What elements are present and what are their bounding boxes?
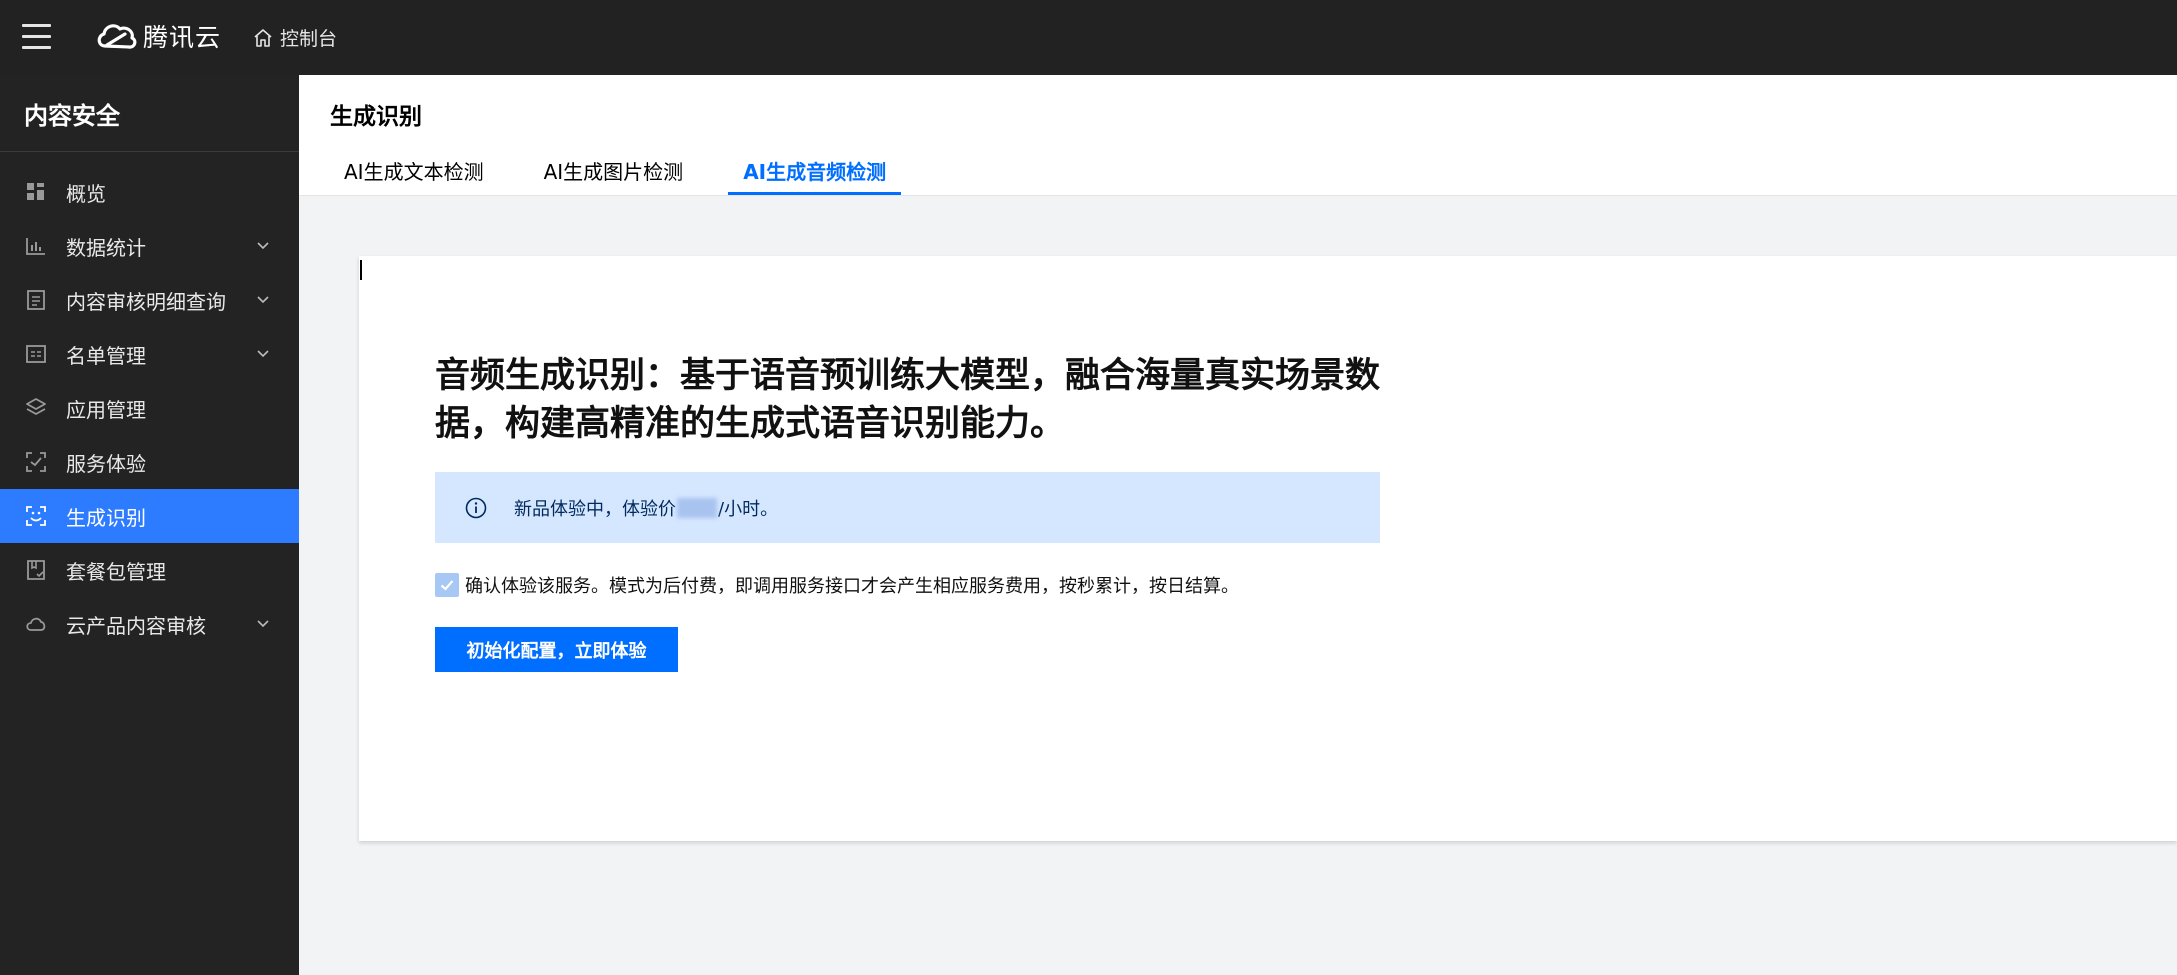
sidebar-item-review-details[interactable]: 内容审核明细查询 — [0, 273, 299, 327]
sidebar-item-label: 概览 — [66, 181, 106, 206]
sidebar-item-label: 名单管理 — [66, 343, 146, 368]
brand-name: 腾讯云 — [143, 23, 222, 52]
console-link[interactable]: 控制台 — [252, 24, 337, 51]
main-header: 生成识别 AI生成文本检测 AI生成图片检测 AI生成音频检测 — [299, 75, 2177, 196]
text-caret — [360, 260, 362, 280]
layers-icon — [24, 396, 48, 420]
list-box-icon — [24, 342, 48, 366]
cloud-icon — [24, 612, 48, 636]
sidebar-item-app-management[interactable]: 应用管理 — [0, 381, 299, 435]
tab-ai-audio-detection[interactable]: AI生成音频检测 — [728, 155, 902, 195]
sidebar-item-cloud-review[interactable]: 云产品内容审核 — [0, 597, 299, 651]
document-list-icon — [24, 288, 48, 312]
sidebar-item-label: 应用管理 — [66, 397, 146, 422]
top-bar: 腾讯云 控制台 — [0, 0, 2177, 75]
chevron-down-icon — [257, 620, 269, 628]
home-icon — [254, 28, 272, 47]
sidebar-item-statistics[interactable]: 数据统计 — [0, 219, 299, 273]
price-notice: 新品体验中，体验价 /小时。 — [435, 472, 1380, 543]
redacted-price — [677, 497, 717, 518]
sidebar-item-generation-detection[interactable]: 生成识别 — [0, 489, 299, 543]
content-card: 音频生成识别：基于语音预训练大模型，融合海量真实场景数据，构建高精准的生成式语音… — [359, 256, 2177, 841]
package-icon — [24, 558, 48, 582]
sidebar-item-label: 数据统计 — [66, 235, 146, 260]
console-label: 控制台 — [280, 28, 338, 50]
confirm-service-checkbox[interactable]: 确认体验该服务。模式为后付费，即调用服务接口才会产生相应服务费用，按秒累计，按日… — [435, 572, 1239, 598]
chevron-down-icon — [257, 296, 269, 304]
scan-face-icon — [24, 504, 48, 528]
info-icon — [465, 497, 487, 518]
chevron-down-icon — [257, 350, 269, 358]
notice-prefix: 新品体验中，体验价 — [514, 498, 676, 520]
sidebar-item-label: 生成识别 — [66, 505, 146, 530]
sidebar-item-service-trial[interactable]: 服务体验 — [0, 435, 299, 489]
brand-logo[interactable]: 腾讯云 — [95, 18, 221, 54]
bar-chart-icon — [24, 234, 48, 258]
grid-icon — [24, 180, 48, 204]
sidebar-title: 内容安全 — [0, 75, 299, 152]
checkbox[interactable] — [435, 573, 459, 597]
sidebar: 内容安全 概览 数据统计 内容审核明细查询 名单管理 应用管理 服务体验 生成识… — [0, 75, 299, 975]
hamburger-menu-icon[interactable] — [22, 24, 51, 49]
tab-ai-image-detection[interactable]: AI生成图片检测 — [529, 155, 699, 195]
chevron-down-icon — [257, 242, 269, 250]
page-title: 生成识别 — [330, 104, 422, 130]
check-icon — [440, 580, 454, 591]
tab-bar: AI生成文本检测 AI生成图片检测 AI生成音频检测 — [329, 155, 931, 195]
sidebar-nav: 概览 数据统计 内容审核明细查询 名单管理 应用管理 服务体验 生成识别 套餐包… — [0, 165, 299, 651]
confirm-label: 确认体验该服务。模式为后付费，即调用服务接口才会产生相应服务费用，按秒累计，按日… — [465, 576, 1239, 597]
tab-ai-text-detection[interactable]: AI生成文本检测 — [329, 155, 499, 195]
sidebar-item-label: 云产品内容审核 — [66, 613, 206, 638]
notice-suffix: /小时。 — [718, 498, 779, 520]
cloud-logo-icon — [97, 24, 137, 49]
init-config-button[interactable]: 初始化配置，立即体验 — [435, 627, 678, 672]
sidebar-item-package-management[interactable]: 套餐包管理 — [0, 543, 299, 597]
sidebar-item-label: 内容审核明细查询 — [66, 289, 226, 314]
sidebar-item-label: 套餐包管理 — [66, 559, 166, 584]
sidebar-item-list-management[interactable]: 名单管理 — [0, 327, 299, 381]
sidebar-item-overview[interactable]: 概览 — [0, 165, 299, 219]
sidebar-item-label: 服务体验 — [66, 451, 146, 476]
headline: 音频生成识别：基于语音预训练大模型，融合海量真实场景数据，构建高精准的生成式语音… — [435, 356, 1381, 444]
scan-check-icon — [24, 450, 48, 474]
